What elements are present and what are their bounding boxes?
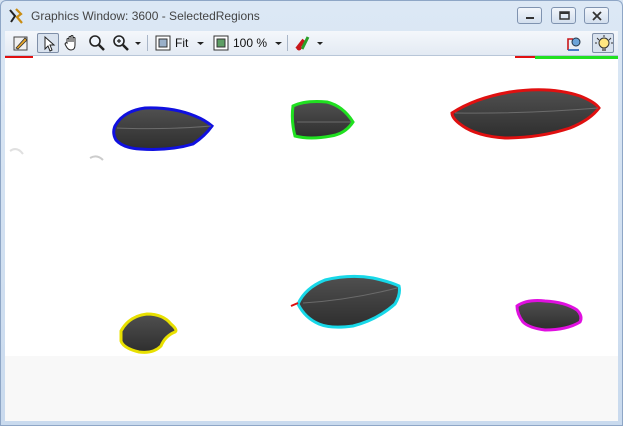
pencil-edit-icon: [13, 36, 28, 51]
fit-window-icon: [155, 35, 171, 51]
toolbar-separator: [287, 35, 288, 51]
top-left-red-marker: [5, 56, 33, 58]
graphics-window: Graphics Window: 3600 - SelectedRegions: [0, 0, 623, 426]
toolbar: Fit 100 %: [5, 31, 618, 56]
edit-settings-button[interactable]: [11, 33, 31, 53]
toolbar-separator: [147, 35, 148, 51]
close-icon: [592, 11, 602, 21]
lightbulb-icon: [595, 35, 613, 51]
paint-color-dropdown[interactable]: [293, 33, 325, 53]
zoom-in-icon: [113, 35, 141, 51]
zoom-in-dropdown[interactable]: [111, 33, 143, 53]
zoom-level-icon: [213, 35, 229, 51]
paint-brush-icon: [295, 36, 323, 51]
highlight-toggle-button[interactable]: [592, 33, 614, 53]
maximize-icon: [559, 11, 570, 20]
pixel-info-icon: [567, 37, 581, 51]
chevron-down-icon: [197, 42, 204, 45]
top-right-red-marker: [515, 56, 535, 58]
title-bar[interactable]: Graphics Window: 3600 - SelectedRegions: [1, 1, 622, 31]
pointer-icon: [44, 35, 56, 52]
minimize-button[interactable]: [517, 7, 542, 24]
zoom-level-dropdown[interactable]: 100 %: [211, 33, 283, 53]
magnifier-icon: [89, 35, 105, 51]
halcon-app-icon: [8, 8, 24, 24]
top-right-green-marker: [535, 56, 618, 59]
image-canvas[interactable]: [5, 56, 618, 421]
zoom-button[interactable]: [87, 33, 107, 53]
chevron-down-icon: [275, 42, 282, 45]
fit-dropdown[interactable]: Fit: [153, 33, 205, 53]
close-button[interactable]: [584, 7, 609, 24]
zoom-level-label: 100 %: [233, 36, 268, 50]
minimize-icon: [526, 17, 534, 19]
select-pointer-button[interactable]: [37, 33, 59, 53]
maximize-button[interactable]: [551, 7, 576, 24]
pan-hand-button[interactable]: [62, 33, 82, 53]
fit-label: Fit: [175, 36, 189, 50]
hand-icon: [64, 35, 76, 51]
window-title: Graphics Window: 3600 - SelectedRegions: [31, 9, 260, 23]
pixel-info-button[interactable]: [565, 33, 585, 53]
